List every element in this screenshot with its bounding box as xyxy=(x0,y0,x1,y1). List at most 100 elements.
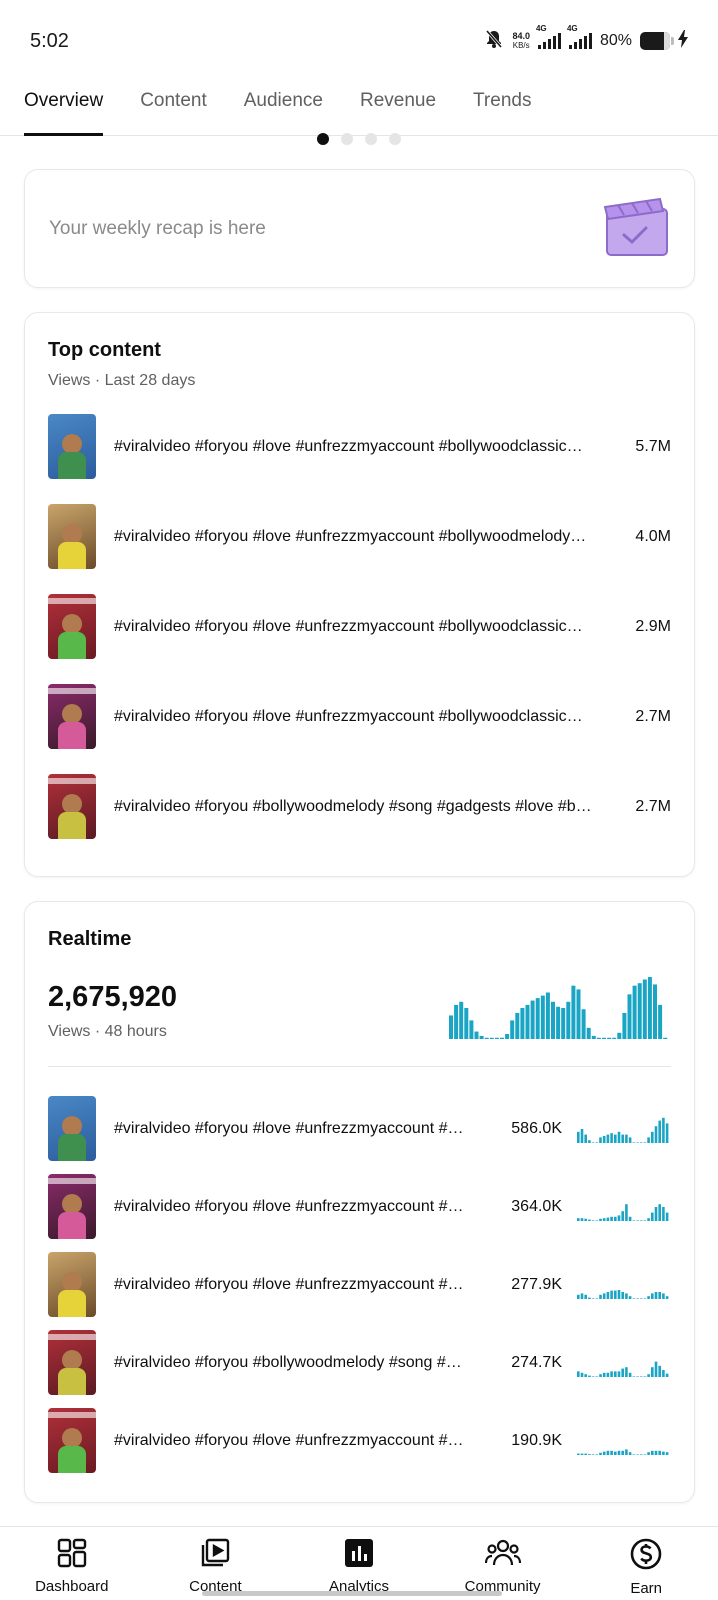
sparkline-bar xyxy=(454,1004,459,1039)
sparkline-bar xyxy=(639,1297,643,1299)
analytics-tabs: Overview Content Audience Revenue Trends xyxy=(0,82,718,136)
sparkline-bar xyxy=(577,1453,580,1455)
tab-content[interactable]: Content xyxy=(140,82,207,135)
sparkline-bar xyxy=(647,977,652,1039)
sparkline-bar xyxy=(545,992,550,1039)
realtime-row[interactable]: #viralvideo #foryou #love #unfrezzmyacco… xyxy=(48,1252,671,1317)
sparkline-bar xyxy=(588,1297,591,1299)
sparkline-bar xyxy=(639,1219,643,1221)
sparkline-bar xyxy=(639,1375,643,1377)
video-thumbnail xyxy=(48,1408,96,1473)
sparkline-bar xyxy=(602,1292,606,1299)
sparkline-bar xyxy=(662,1206,665,1221)
carousel-dot[interactable] xyxy=(365,133,377,145)
video-sparkline xyxy=(577,1203,669,1221)
sparkline-bar xyxy=(636,1453,639,1455)
video-views: 274.7K xyxy=(511,1353,562,1371)
tab-trends[interactable]: Trends xyxy=(473,82,531,135)
sparkline-bar xyxy=(596,1037,601,1039)
realtime-row[interactable]: #viralvideo #foryou #love #unfrezzmyacco… xyxy=(48,1096,671,1161)
top-content-subtitle: Views · Last 28 days xyxy=(48,372,196,389)
status-icons: 84.0 KB/s 4G 4G 80% xyxy=(484,24,688,54)
carousel-dot[interactable] xyxy=(341,133,353,145)
sparkline-bar xyxy=(658,1365,661,1377)
sparkline-bar xyxy=(494,1037,499,1039)
video-title: #viralvideo #foryou #love #unfrezzmyacco… xyxy=(114,1275,464,1293)
realtime-row[interactable]: #viralvideo #foryou #love #unfrezzmyacco… xyxy=(48,1408,671,1473)
video-thumbnail xyxy=(48,1174,96,1239)
sparkline-bar xyxy=(628,1372,632,1377)
tab-revenue[interactable]: Revenue xyxy=(360,82,436,135)
carousel-dot[interactable] xyxy=(317,133,329,145)
sparkline-bar xyxy=(556,1006,561,1039)
top-content-row[interactable]: #viralvideo #foryou #love #unfrezzmyacco… xyxy=(48,414,671,479)
sparkline-bar xyxy=(591,1141,595,1143)
sparkline-bar xyxy=(577,1131,580,1143)
sparkline-bar xyxy=(586,1027,591,1039)
sparkline-bar xyxy=(625,1366,628,1377)
sparkline-bar xyxy=(606,1217,610,1221)
sparkline-bar xyxy=(595,1219,599,1221)
nav-label: Earn xyxy=(630,1580,663,1597)
sparkline-bar xyxy=(658,1450,661,1455)
sparkline-bar xyxy=(571,985,576,1039)
sparkline-bar xyxy=(588,1139,591,1143)
sparkline-bar xyxy=(614,1134,617,1143)
sparkline-bar xyxy=(662,1369,665,1377)
realtime-row[interactable]: #viralvideo #foryou #bollywoodmelody #so… xyxy=(48,1330,671,1395)
sparkline-bar xyxy=(577,1294,580,1299)
video-views: 5.7M xyxy=(635,437,671,455)
net-speed: 84.0 KB/s xyxy=(512,31,530,51)
sparkline-bar xyxy=(647,1373,650,1377)
sparkline-bar xyxy=(628,1451,632,1455)
sparkline-bar xyxy=(651,1366,654,1377)
sparkline-bar xyxy=(628,1216,632,1221)
realtime-row[interactable]: #viralvideo #foryou #love #unfrezzmyacco… xyxy=(48,1174,671,1239)
gesture-bar[interactable] xyxy=(202,1591,502,1596)
sparkline-bar xyxy=(580,1372,584,1377)
video-thumbnail xyxy=(48,1252,96,1317)
divider xyxy=(48,1066,671,1067)
top-content-row[interactable]: #viralvideo #foryou #bollywoodmelody #so… xyxy=(48,774,671,839)
tab-audience[interactable]: Audience xyxy=(244,82,323,135)
sparkline-bar xyxy=(647,1295,650,1299)
weekly-recap-card[interactable]: Your weekly recap is here xyxy=(24,169,695,288)
sparkline-bar xyxy=(489,1037,494,1039)
sparkline-bar xyxy=(662,1117,665,1143)
tab-overview[interactable]: Overview xyxy=(24,82,104,136)
top-content-row[interactable]: #viralvideo #foryou #love #unfrezzmyacco… xyxy=(48,504,671,569)
sparkline-bar xyxy=(658,1004,663,1039)
sparkline-bar xyxy=(595,1453,599,1455)
carousel-dots[interactable] xyxy=(0,133,718,145)
sparkline-bar xyxy=(599,1373,602,1377)
status-bar: 5:02 84.0 KB/s 4G 4G 80% xyxy=(0,0,718,82)
sparkline-bar xyxy=(525,1004,530,1039)
sparkline-bar xyxy=(505,1034,510,1039)
realtime-total-views: 2,675,920 xyxy=(48,981,178,1013)
realtime-card[interactable]: Realtime 2,675,920 Views · 48 hours #vir… xyxy=(24,901,695,1503)
sparkline-bar xyxy=(625,1134,628,1143)
sparkline-bar xyxy=(500,1037,504,1039)
video-thumbnail xyxy=(48,684,96,749)
sparkline-bar xyxy=(632,1453,636,1455)
video-title: #viralvideo #foryou #love #unfrezzmyacco… xyxy=(114,1431,464,1449)
top-content-row[interactable]: #viralvideo #foryou #love #unfrezzmyacco… xyxy=(48,684,671,749)
sparkline-bar xyxy=(588,1453,591,1455)
sparkline-bar xyxy=(622,1012,627,1039)
top-content-row[interactable]: #viralvideo #foryou #love #unfrezzmyacco… xyxy=(48,594,671,659)
top-content-card: Top content Views · Last 28 days #viralv… xyxy=(24,312,695,877)
sparkline-bar xyxy=(580,1292,584,1299)
sparkline-bar xyxy=(654,1361,658,1377)
sparkline-bar xyxy=(606,1134,610,1143)
sparkline-bar xyxy=(647,1451,650,1455)
sparkline-bar xyxy=(551,1001,555,1039)
analytics-icon xyxy=(343,1537,375,1574)
sparkline-bar xyxy=(643,1453,647,1455)
sparkline-bar xyxy=(599,1136,602,1143)
video-thumbnail xyxy=(48,504,96,569)
nav-earn[interactable]: Earn xyxy=(586,1537,706,1600)
sparkline-bar xyxy=(621,1210,624,1221)
carousel-dot[interactable] xyxy=(389,133,401,145)
nav-dashboard[interactable]: Dashboard xyxy=(12,1537,132,1600)
sparkline-bar xyxy=(474,1031,479,1039)
